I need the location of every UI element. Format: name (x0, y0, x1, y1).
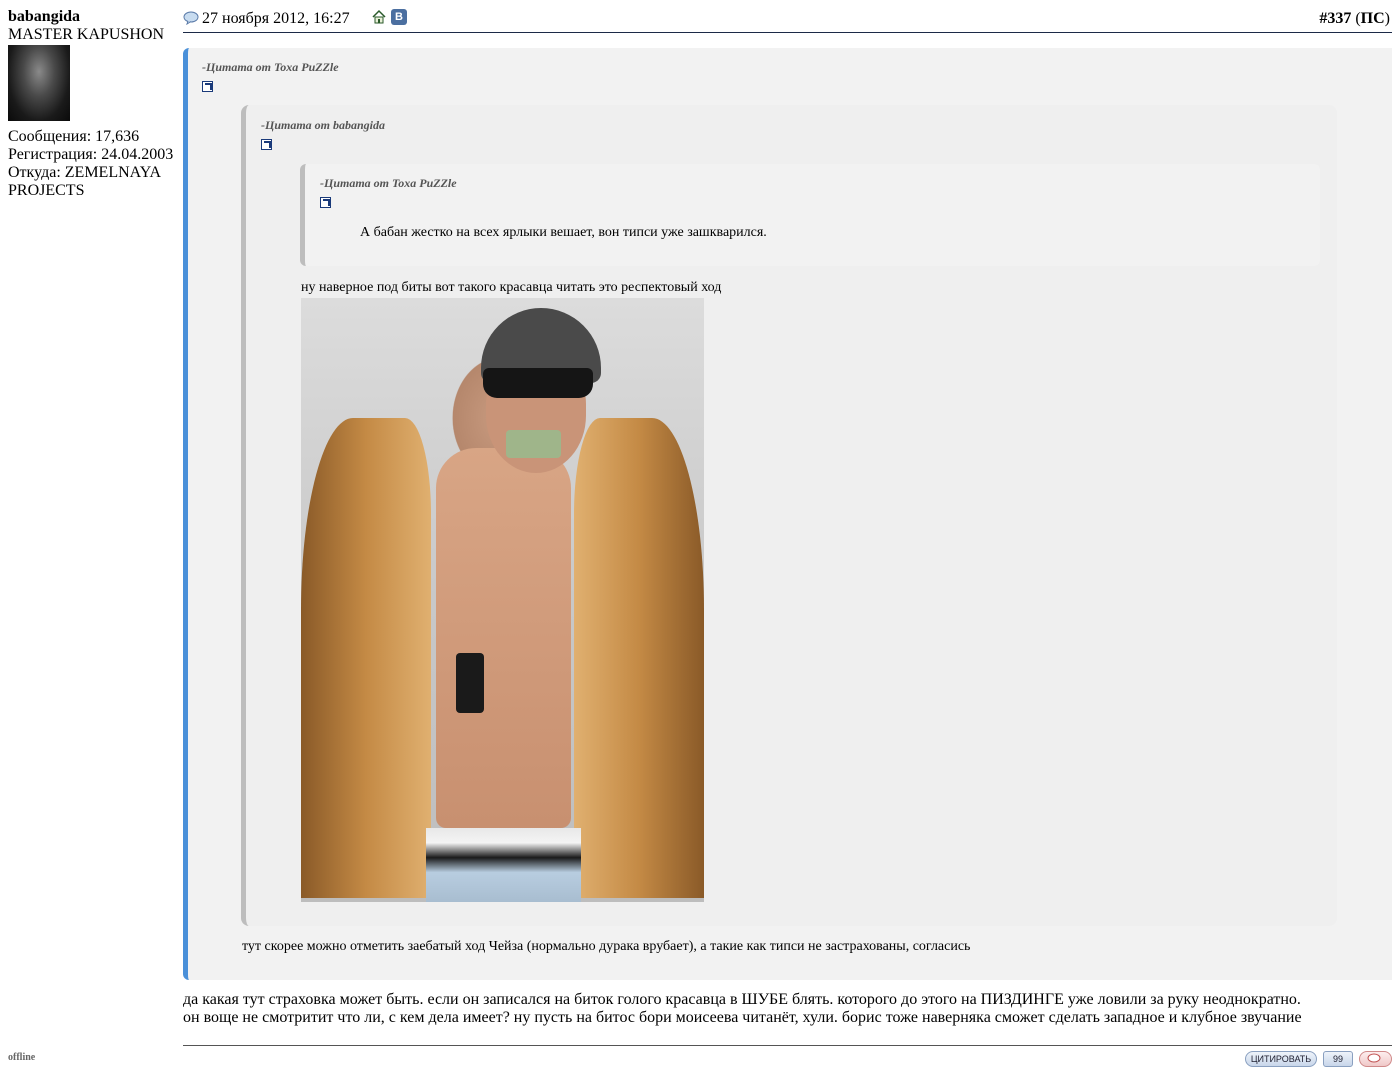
author-rank: MASTER KAPUSHON (8, 26, 165, 43)
quote-inner-header: -Цитата от Toxa PuZZle (320, 176, 457, 190)
quoted-photo[interactable] (301, 298, 704, 902)
author-messages: Сообщения: 17,636 (8, 128, 140, 145)
author-registered: Регистрация: 24.04.2003 (8, 146, 174, 163)
photo-money (506, 430, 561, 458)
footer-divider (183, 1045, 1392, 1046)
reply-button[interactable] (1359, 1051, 1392, 1067)
post-date: 27 ноября 2012, 16:27 (202, 10, 350, 27)
post-number-value[interactable]: #337 (1319, 10, 1351, 27)
photo-torso (436, 448, 571, 828)
photo-fur-left (301, 418, 431, 898)
quote-middle-reply: ну наверное под биты вот такого красавца… (301, 280, 722, 295)
multiquote-button-label: 99 (1332, 1054, 1343, 1064)
photo-glasses (483, 368, 593, 398)
post-suffix-open: ( (1351, 10, 1361, 27)
reply-bubble-icon (1366, 1053, 1386, 1066)
post-number[interactable]: #337 (ПС) (1319, 10, 1390, 28)
quote-button[interactable]: ЦИТИРОВАТЬ (1245, 1051, 1317, 1067)
photo-pendant (456, 653, 484, 713)
quote-outer-link-icon[interactable] (202, 81, 213, 92)
post-body-line2: он воще не смотритит что ли, с кем дела … (183, 1009, 1302, 1026)
post-body-line1: да какая тут страховка может быть. если … (183, 991, 1301, 1008)
author-from-line1: Откуда: ZEMELNAYA (8, 164, 162, 181)
home-icon[interactable] (371, 9, 387, 30)
quote-inner-text: А бабан жестко на всех ярлыки вешает, во… (360, 225, 767, 240)
author-status: offline (8, 1052, 36, 1063)
post-bubble-icon (183, 11, 199, 30)
multiquote-button[interactable]: 99 (1323, 1051, 1353, 1067)
quote-button-label: ЦИТИРОВАТЬ (1250, 1054, 1312, 1064)
photo-jeans (426, 828, 581, 902)
quote-inner-link-icon[interactable] (320, 197, 331, 208)
quote-middle-header: -Цитата от babangida (261, 118, 386, 132)
quote-outer-reply: тут скорее можно отметить заебатый ход Ч… (242, 939, 971, 954)
avatar[interactable] (8, 45, 70, 121)
quote-outer-header: -Цитата от Toxa PuZZle (202, 60, 339, 74)
vk-icon[interactable]: B (391, 9, 407, 25)
author-username[interactable]: babangida (8, 8, 178, 26)
post-body: да какая тут страховка может быть. если … (183, 991, 1383, 1027)
post-suffix-close: ) (1384, 10, 1390, 27)
quote-middle-link-icon[interactable] (261, 139, 272, 150)
author-from-line2: PROJECTS (8, 182, 85, 199)
author-sidebar: babangida MASTER KAPUSHON Сообщения: 17,… (8, 8, 178, 200)
photo-fur-right (574, 418, 704, 898)
post-header: 27 ноября 2012, 16:27 B #337 (ПС) (183, 8, 1392, 33)
post-tag: ПС (1360, 10, 1385, 27)
